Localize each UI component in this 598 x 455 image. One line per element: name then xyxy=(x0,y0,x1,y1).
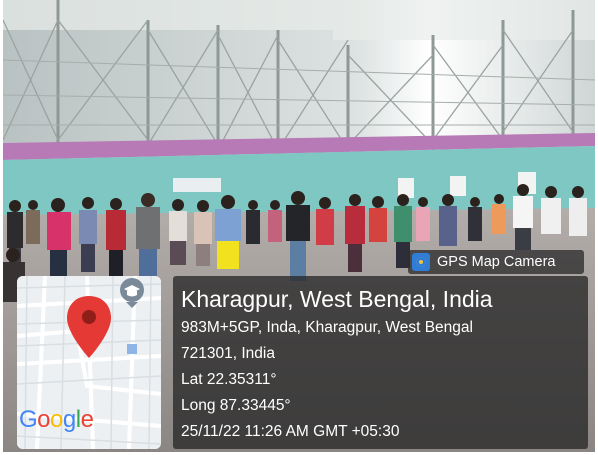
map-poi xyxy=(127,344,137,354)
gps-map-camera-tag: GPS Map Camera xyxy=(408,250,584,274)
google-logo: Google xyxy=(19,406,94,433)
latitude: Lat 22.35311° xyxy=(181,371,277,388)
wall-banner xyxy=(173,178,221,192)
location-title: Kharagpur, West Bengal, India xyxy=(181,286,493,312)
longitude: Long 87.33445° xyxy=(181,397,291,414)
gps-map-camera-icon xyxy=(412,253,430,271)
location-info-box: Kharagpur, West Bengal, India 983M+5GP, … xyxy=(173,276,588,449)
map-thumbnail[interactable]: Google xyxy=(17,276,161,449)
app-name: GPS Map Camera xyxy=(437,254,556,270)
address-line-1: 983M+5GP, Inda, Kharagpur, West Bengal xyxy=(181,319,473,336)
timestamp: 25/11/22 11:26 AM GMT +05:30 xyxy=(181,423,400,440)
wall-window xyxy=(450,176,466,196)
address-line-2: 721301, India xyxy=(181,345,275,362)
